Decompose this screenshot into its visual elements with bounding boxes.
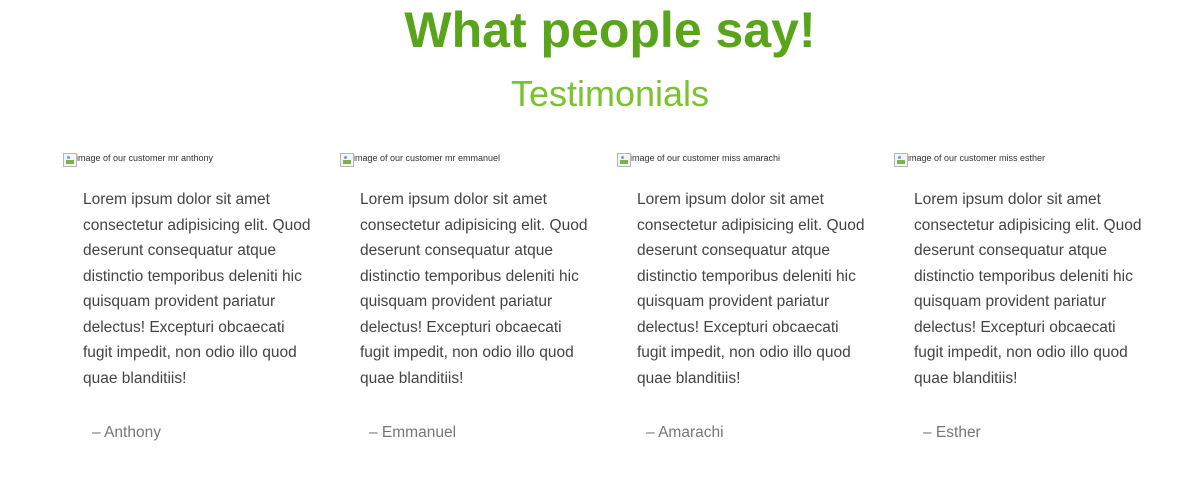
testimonial-author: – Emmanuel: [369, 424, 457, 441]
customer-photo-alt-text: image of our customer miss esther: [907, 153, 1046, 163]
section-subtitle: Testimonials: [510, 73, 710, 114]
customer-photo: image of our customer mr emmanuel: [340, 152, 500, 168]
testimonial-quote: Lorem ipsum dolor sit amet consectetur a…: [637, 191, 865, 387]
testimonial-author: – Amarachi: [646, 424, 724, 441]
page-title: What people say!: [404, 2, 816, 58]
customer-photo: image of our customer mr anthony: [63, 152, 213, 168]
broken-image-icon: [617, 153, 631, 167]
testimonial-card-esther: image of our customer miss esther Lorem …: [894, 152, 1154, 452]
testimonial-card-emmanuel: image of our customer mr emmanuel Lorem …: [340, 152, 600, 452]
customer-photo-alt-text: image of our customer mr emmanuel: [353, 153, 501, 163]
testimonial-author: – Anthony: [92, 424, 161, 441]
testimonial-quote: Lorem ipsum dolor sit amet consectetur a…: [83, 191, 311, 387]
broken-image-icon: [894, 153, 908, 167]
broken-image-icon: [340, 153, 354, 167]
customer-photo-alt-text: image of our customer miss amarachi: [630, 153, 781, 163]
broken-image-icon: [63, 153, 77, 167]
testimonial-author: – Esther: [923, 424, 981, 441]
testimonial-quote: Lorem ipsum dolor sit amet consectetur a…: [360, 191, 588, 387]
customer-photo-alt-text: image of our customer mr anthony: [76, 153, 214, 163]
testimonial-card-amarachi: image of our customer miss amarachi Lore…: [617, 152, 877, 452]
customer-photo: image of our customer miss esther: [894, 152, 1045, 168]
testimonial-card-anthony: image of our customer mr anthony Lorem i…: [63, 152, 323, 452]
testimonial-quote: Lorem ipsum dolor sit amet consectetur a…: [914, 191, 1142, 387]
customer-photo: image of our customer miss amarachi: [617, 152, 780, 168]
